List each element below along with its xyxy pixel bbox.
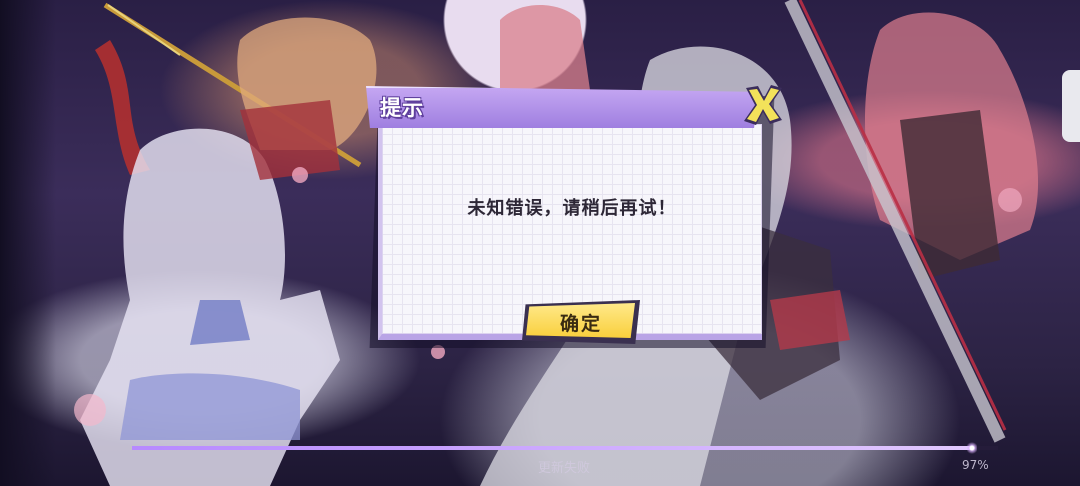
dialog-title: 提示: [380, 96, 424, 120]
game-screen: 未知错误，请稍后再试！ 确定 提示 更新失败 97%: [0, 0, 1080, 486]
side-drawer-handle[interactable]: [1062, 70, 1080, 142]
close-button[interactable]: [740, 82, 786, 128]
close-x-icon: [744, 85, 782, 125]
dialog-header: [366, 86, 758, 128]
progress-spark-icon: [967, 442, 977, 454]
screen-edge-shadow: [0, 0, 56, 486]
dialog-message: 未知错误，请稍后再试！: [467, 198, 677, 219]
update-progress-fill: [132, 446, 972, 450]
update-status: 更新失败: [537, 461, 590, 476]
alert-dialog: 未知错误，请稍后再试！ 确定 提示: [366, 85, 782, 348]
confirm-button-label: 确定: [559, 313, 602, 335]
update-percent: 97%: [962, 458, 989, 472]
dialog-body: 未知错误，请稍后再试！ 确定: [378, 124, 762, 344]
confirm-button[interactable]: 确定: [522, 300, 640, 344]
update-progress-bar: [132, 442, 998, 454]
